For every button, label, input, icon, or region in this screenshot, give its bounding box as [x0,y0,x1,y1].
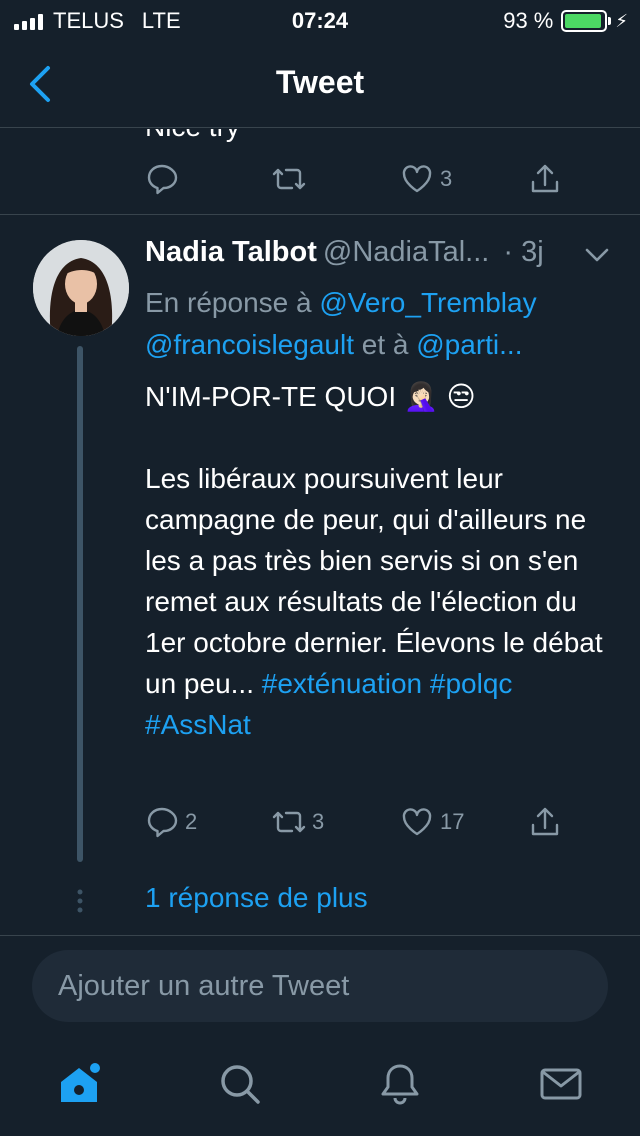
tab-home[interactable] [55,1060,103,1108]
notifications-bell-icon [381,1064,419,1105]
messages-envelope-icon [540,1068,582,1100]
chevron-down-icon [585,248,609,262]
reply-count: 2 [185,809,198,834]
compose-bar[interactable] [32,950,608,1022]
reply-prefix: En réponse à [145,287,320,318]
hashtag-link[interactable]: #exténuation [262,668,422,699]
tweet-body: N'IM-POR-TE QUOI 🤦🏻‍♀️ 😒 Les libéraux po… [145,376,615,745]
retweet-count: 3 [312,809,325,834]
like-button[interactable]: 17 [400,805,464,839]
more-replies-link[interactable]: 1 réponse de plus [145,882,368,914]
share-button[interactable] [528,805,562,839]
heart-icon [402,165,432,193]
battery-percent: 93 % [503,8,554,33]
home-icon [61,1063,100,1102]
avatar[interactable] [33,240,129,336]
add-tweet-input[interactable] [32,950,608,1022]
search-icon [221,1065,260,1104]
heart-icon [402,808,432,836]
retweet-icon [272,811,306,833]
tab-notifications[interactable] [376,1060,424,1108]
bolt-icon: ⚡ [615,10,628,31]
thread-line [77,346,83,862]
status-bar: TELUS LTE 07:24 93 % ⚡ [0,0,640,40]
retweet-button[interactable]: 3 [272,805,324,839]
hashtag-link[interactable]: #polqc [430,668,513,699]
more-dots-icon [76,888,84,919]
page-title: Tweet [275,64,365,100]
reply-icon [147,807,178,838]
like-count: 17 [440,809,465,834]
previous-tweet-text: Nice try [145,129,240,143]
mention-link[interactable]: @parti... [416,329,522,360]
retweet-icon [272,168,306,190]
reply-icon [147,164,178,195]
author-handle[interactable]: @NadiaTal... [323,236,489,268]
share-icon [531,164,559,193]
share-button[interactable] [528,162,562,196]
mention-link[interactable]: @francoislegault [145,329,354,360]
battery-icon [561,10,612,32]
previous-tweet[interactable]: Nice try 3 [0,129,640,215]
avatar-photo [33,240,129,336]
tweet-first-line: N'IM-POR-TE QUOI 🤦🏻‍♀️ 😒 [145,381,476,412]
mention-link[interactable]: @Vero_Tremblay [319,287,536,318]
like-count: 3 [440,166,453,191]
reply-connector: et à [353,329,417,360]
tab-bar [0,1040,640,1136]
reply-button[interactable]: 2 [145,805,197,839]
tweet[interactable]: Nadia Talbot @NadiaTal... · 3j En réponse… [0,216,640,936]
navigation-bar: Tweet [0,40,640,128]
reply-context: En réponse à @Vero_Tremblay @francoisleg… [145,282,605,366]
tweet-header: Nadia Talbot @NadiaTal... · 3j [145,236,544,269]
author-name[interactable]: Nadia Talbot [145,236,317,268]
tweet-text: Les libéraux poursuivent leur campagne d… [145,463,603,699]
retweet-button[interactable] [272,162,306,196]
share-icon [531,807,559,836]
hashtag-link[interactable]: #AssNat [145,709,251,740]
like-button[interactable]: 3 [400,162,452,196]
tweet-paragraph: Les libéraux poursuivent leur campagne d… [145,458,615,745]
tweet-options-button[interactable] [584,246,610,269]
reply-button[interactable] [145,162,179,196]
tab-messages[interactable] [537,1060,585,1108]
tab-search[interactable] [216,1060,264,1108]
tweet-time: · 3j [503,236,544,268]
